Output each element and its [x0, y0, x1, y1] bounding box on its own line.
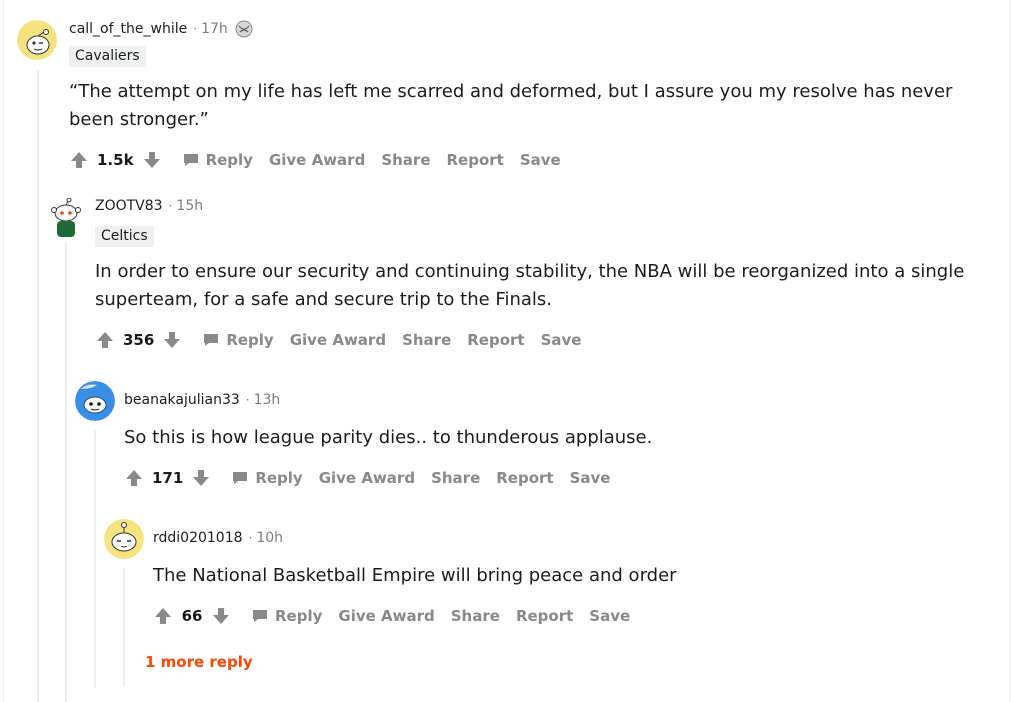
snoo-avatar-yellow-face-icon [104, 519, 144, 559]
upvote-button[interactable] [151, 604, 175, 628]
report-button[interactable]: Report [496, 469, 553, 487]
upvote-icon [71, 152, 87, 168]
snoo-avatar-green-shirt-icon [51, 198, 81, 237]
separator-dot: · [193, 22, 198, 36]
timestamp[interactable]: 13h [254, 392, 281, 408]
vote-score: 356 [123, 331, 155, 349]
downvote-button[interactable] [140, 148, 164, 172]
comment-meta: rddi0201018 · 10h [153, 530, 283, 546]
comment-body: In order to ensure our security and cont… [95, 261, 965, 310]
comment-body: “The attempt on my life has left me scar… [69, 81, 953, 130]
share-button[interactable]: Share [381, 151, 430, 169]
thread-line[interactable] [94, 430, 96, 688]
page-border-left [3, 0, 4, 702]
reply-label: Reply [205, 151, 253, 169]
username[interactable]: ZOOTV83 [95, 198, 163, 214]
award-icon[interactable] [233, 18, 255, 40]
user-flair: Celtics [95, 226, 154, 247]
downvote-button[interactable] [189, 466, 213, 490]
save-button[interactable]: Save [589, 607, 630, 625]
share-button[interactable]: Share [402, 331, 451, 349]
thread-line[interactable] [65, 242, 67, 702]
share-button[interactable]: Share [431, 469, 480, 487]
page-border-right [1009, 0, 1010, 702]
timestamp[interactable]: 17h [201, 21, 228, 37]
upvote-icon [155, 608, 171, 624]
upvote-icon [97, 332, 113, 348]
downvote-icon [193, 470, 210, 486]
comment-body: So this is how league parity dies.. to t… [124, 427, 653, 448]
give-award-button[interactable]: Give Award [338, 607, 434, 625]
upvote-button[interactable] [93, 328, 117, 352]
downvote-icon [164, 332, 181, 348]
comment-actions: 356 Reply Give Award Share Report Save [93, 326, 581, 354]
username[interactable]: call_of_the_while [69, 21, 187, 37]
comment-meta: call_of_the_while · 17h [69, 18, 255, 40]
save-button[interactable]: Save [541, 331, 582, 349]
reply-button[interactable]: Reply [202, 331, 274, 349]
reply-button[interactable]: Reply [182, 151, 253, 169]
comment-meta: beanakajulian33 · 13h [124, 392, 280, 408]
reply-label: Reply [275, 607, 323, 625]
comment-bubble-icon [204, 334, 219, 346]
comment-body: The National Basketball Empire will brin… [153, 565, 677, 586]
separator-dot: · [245, 393, 250, 407]
downvote-button[interactable] [209, 604, 233, 628]
avatar[interactable] [46, 198, 86, 238]
report-button[interactable]: Report [516, 607, 573, 625]
separator-dot: · [248, 531, 253, 545]
snoo-avatar-blue-icon [75, 381, 115, 421]
vote-score: 1.5k [97, 151, 134, 169]
reply-button[interactable]: Reply [251, 607, 322, 625]
comment-actions: 1.5k Reply Give Award Share Report Save [67, 146, 561, 174]
comment-bubble-icon [253, 610, 267, 622]
save-button[interactable]: Save [570, 469, 611, 487]
comment-meta: ZOOTV83 · 15h [95, 198, 203, 214]
give-award-button[interactable]: Give Award [269, 151, 365, 169]
timestamp[interactable]: 15h [176, 198, 203, 214]
share-button[interactable]: Share [451, 607, 500, 625]
user-flair: Cavaliers [69, 46, 146, 67]
username[interactable]: beanakajulian33 [124, 392, 240, 408]
comment-actions: 66 Reply Give Award Share Report Save [151, 602, 630, 630]
comment-actions: 171 Reply Give Award Share Report Save [122, 464, 610, 492]
thread-line[interactable] [123, 568, 125, 686]
vote-score: 66 [181, 607, 203, 625]
reply-label: Reply [255, 469, 303, 487]
timestamp[interactable]: 10h [256, 530, 283, 546]
upvote-icon [126, 470, 142, 486]
save-button[interactable]: Save [520, 151, 561, 169]
give-award-button[interactable]: Give Award [319, 469, 415, 487]
report-button[interactable]: Report [447, 151, 504, 169]
username[interactable]: rddi0201018 [153, 530, 243, 546]
comment-bubble-icon [233, 472, 248, 484]
upvote-button[interactable] [122, 466, 146, 490]
separator-dot: · [168, 199, 173, 213]
vote-score: 171 [152, 469, 184, 487]
avatar[interactable] [104, 519, 144, 559]
avatar[interactable] [75, 381, 115, 421]
snoo-avatar-yellow-icon [17, 20, 57, 60]
report-button[interactable]: Report [467, 331, 524, 349]
avatar[interactable] [17, 20, 57, 60]
thread-line[interactable] [37, 70, 39, 702]
downvote-button[interactable] [160, 328, 184, 352]
downvote-icon [143, 152, 160, 168]
upvote-button[interactable] [67, 148, 91, 172]
reply-button[interactable]: Reply [231, 469, 303, 487]
reply-label: Reply [226, 331, 274, 349]
give-award-button[interactable]: Give Award [290, 331, 386, 349]
comment-bubble-icon [183, 154, 198, 166]
downvote-icon [213, 608, 229, 624]
more-replies-link[interactable]: 1 more reply [145, 653, 253, 671]
